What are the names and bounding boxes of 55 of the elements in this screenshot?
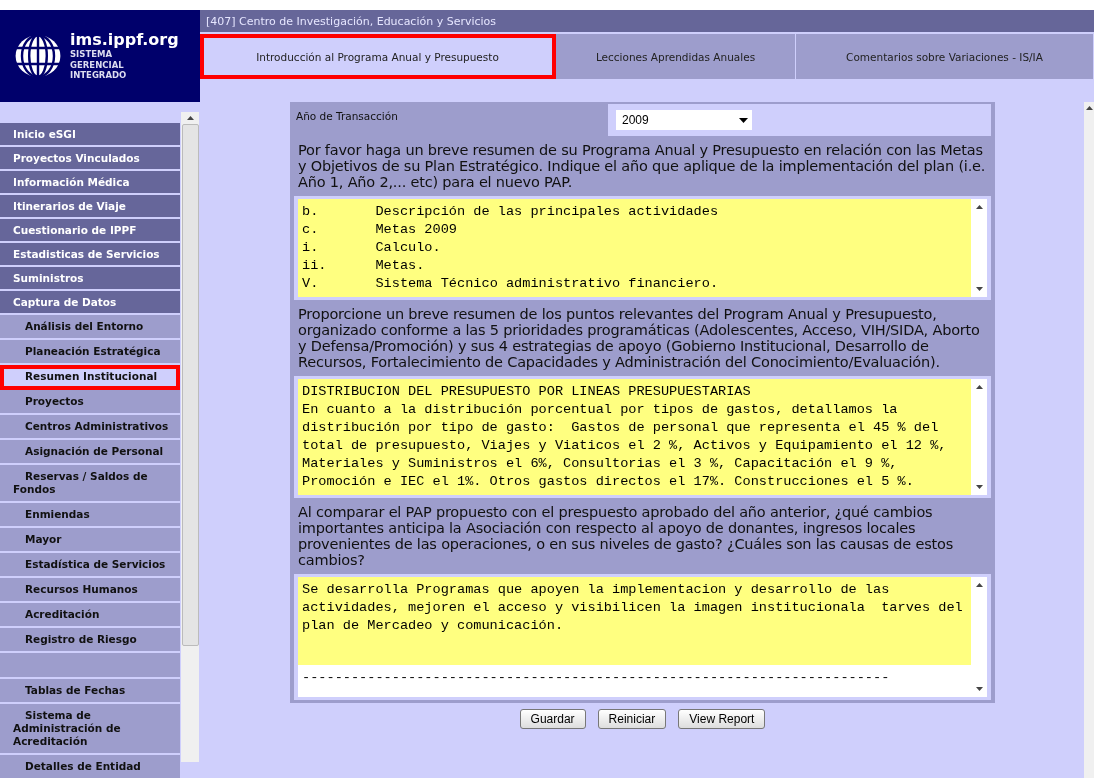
- scrollbar[interactable]: [1084, 102, 1094, 778]
- up-arrow-icon[interactable]: [1085, 106, 1093, 110]
- question-text: Por favor haga un breve resumen de su Programa Anual y Presupuesto en relación con las Metas y Objetivos de su Plan Estratégico. Indique el año que aplique de la implementación del plan (i.e. Año 1, Año 2,... etc) para el nuevo PAP.: [297, 141, 987, 192]
- field-label: Año de Transacción: [295, 109, 399, 124]
- form-button[interactable]: View Report: [678, 709, 766, 729]
- logo-subtitle: GERENCIAL: [70, 60, 125, 70]
- sidebar-item[interactable]: Estadística de Servicios: [0, 553, 180, 578]
- down-arrow-icon[interactable]: [975, 485, 983, 489]
- site-name: ims.ippf.org: [70, 32, 179, 49]
- answer-text: DISTRIBUCION DEL PRESUPUESTO POR LINEAS PRESUPUESTARIAS En cuanto a la distribución porcentual por tipos de gastos, detallamos la distribución por tipo de gasto: Gastos de personal que representa el 45 % del total de presupuesto, Viajes y Viaticos el 2 %, Activos y Equipamiento el 12 %, Materiales y Suministros el 6%, Consultorias el 3 %, Capacitación el 9 %, Promoción e IEC el 1%. Otros gastos directos el 17%. Construcciones el 5 %.: [298, 379, 971, 495]
- sidebar-item[interactable]: Acreditación: [0, 603, 180, 628]
- year-dropdown[interactable]: 2009: [616, 110, 752, 130]
- sidebar-item[interactable]: Suministros: [0, 267, 180, 291]
- scrollbar[interactable]: [181, 112, 199, 762]
- sidebar-item[interactable]: Recursos Humanos: [0, 578, 180, 603]
- sidebar-item[interactable]: Mayor: [0, 528, 180, 553]
- sidebar-item[interactable]: Resumen Institucional: [0, 365, 180, 390]
- logo-subtitle: SISTEMA: [70, 50, 114, 59]
- sidebar-item[interactable]: Asignación de Personal: [0, 440, 180, 465]
- sidebar-item[interactable]: Registro de Riesgo: [0, 628, 180, 653]
- up-arrow-icon[interactable]: [975, 385, 983, 389]
- sidebar-item[interactable]: Centros Administrativos: [0, 415, 180, 440]
- form-button[interactable]: Reiniciar: [597, 709, 667, 729]
- down-arrow-icon[interactable]: [975, 287, 983, 291]
- caret-icon: [739, 117, 748, 123]
- sidebar-item[interactable]: Análisis del Entorno: [0, 315, 180, 340]
- down-arrow-icon[interactable]: [975, 687, 983, 691]
- tab[interactable]: Comentarios sobre Variaciones - IS/IA: [796, 34, 1094, 79]
- tab[interactable]: Introducción al Programa Anual y Presupuesto: [200, 34, 556, 79]
- answer-box[interactable]: [294, 574, 991, 700]
- sidebar-item[interactable]: Detalles de Entidad: [0, 755, 180, 778]
- sidebar-item[interactable]: Planeación Estratégica: [0, 340, 180, 365]
- sidebar-item[interactable]: Reservas / Saldos de Fondos: [0, 465, 180, 503]
- sidebar-item[interactable]: Enmiendas: [0, 503, 180, 528]
- sidebar-item[interactable]: Proyectos: [0, 390, 180, 415]
- sidebar-item[interactable]: Captura de Datos: [0, 291, 180, 315]
- sidebar-item[interactable]: Tablas de Fechas: [0, 679, 180, 704]
- question-text: Proporcione un breve resumen de los puntos relevantes del Program Anual y Presupuesto, organizado conforme a las 5 prioridades programáticas (Adolescentes, Acceso, VIH/SIDA, Aborto y Defensa/Promoción) y sus 4 estrategias de apoyo (Gobierno Institucional, Desarrollo de Recursos, Fortalecimiento de Capacidades y Administración del Conocimiento/Evaluación).: [297, 305, 981, 372]
- sidebar-item[interactable]: Información Médica: [0, 171, 180, 195]
- sidebar-item[interactable]: Proyectos Vinculados: [0, 147, 180, 171]
- sidebar-item[interactable]: Sistema de Administración de Acreditación: [0, 704, 180, 755]
- sidebar-item[interactable]: Estadisticas de Servicios: [0, 243, 180, 267]
- form-button[interactable]: Guardar: [519, 709, 586, 729]
- question-text: Al comparar el PAP propuesto con el prespuesto aprobado del año anterior, ¿qué cambios importantes anticipa la Asociación con respecto al apoyo de donantes, ingresos locales provenientes de las operaciones, o en sus niveles de gasto? ¿Cuáles son las causas de estos cambios?: [297, 503, 954, 570]
- sidebar-item[interactable]: Itinerarios de Viaje: [0, 195, 180, 219]
- up-arrow-icon[interactable]: [975, 205, 983, 209]
- answer-text: Se desarrolla Programas que apoyen la implementacion y desarrollo de las actividades, mejoren el acceso y visibilicen la imagen institucionala tarves del plan de Mercadeo y comunicación.: [298, 577, 971, 665]
- logo-subtitle: INTEGRADO: [70, 71, 128, 80]
- header-title: [407] Centro de Investigación, Educación y Servicios: [206, 14, 497, 28]
- sidebar-item[interactable]: Cuestionario de IPPF: [0, 219, 180, 243]
- up-arrow-icon[interactable]: [186, 116, 194, 120]
- answer-text: ------------------------------------------------------------------------: [301, 669, 891, 687]
- up-arrow-icon[interactable]: [975, 583, 983, 587]
- sidebar-item[interactable]: Inicio eSGI: [0, 123, 180, 147]
- tab[interactable]: Lecciones Aprendidas Anuales: [556, 34, 796, 79]
